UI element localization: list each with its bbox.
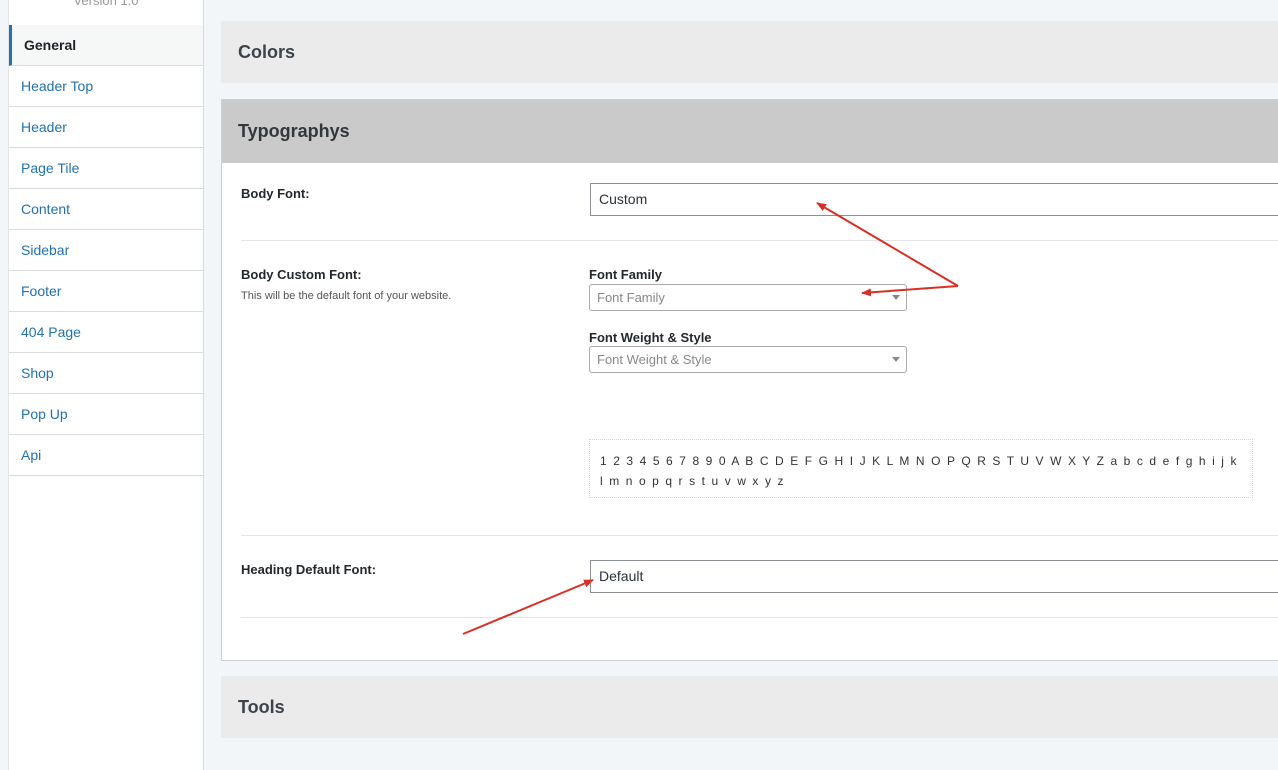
- typography-section: Typographys Body Font: Custom Body Custo…: [221, 99, 1278, 661]
- font-preview: 1 2 3 4 5 6 7 8 9 0 A B C D E F G H I J …: [589, 439, 1253, 498]
- sidebar-item-general[interactable]: General: [9, 25, 203, 66]
- body-custom-font-label: Body Custom Font:: [241, 267, 362, 282]
- sidebar-item-footer[interactable]: Footer: [9, 271, 203, 312]
- font-family-placeholder: Font Family: [597, 290, 665, 305]
- row-divider: [241, 240, 1278, 241]
- sidebar-item-header-top[interactable]: Header Top: [9, 66, 203, 107]
- settings-sidebar: Version 1.0 General Header Top Header Pa…: [8, 0, 204, 770]
- sidebar-item-404-page[interactable]: 404 Page: [9, 312, 203, 353]
- row-divider: [241, 535, 1278, 536]
- row-divider: [241, 617, 1278, 618]
- chevron-down-icon: [892, 357, 900, 362]
- font-weight-select[interactable]: Font Weight & Style: [589, 346, 907, 373]
- chevron-down-icon: [892, 295, 900, 300]
- version-label: Version 1.0: [9, 0, 203, 26]
- heading-default-font-label: Heading Default Font:: [241, 562, 377, 577]
- body-custom-font-description: This will be the default font of your we…: [241, 290, 452, 302]
- colors-section-header[interactable]: Colors: [221, 21, 1278, 83]
- sidebar-item-header[interactable]: Header: [9, 107, 203, 148]
- tools-section-header[interactable]: Tools: [221, 676, 1278, 738]
- font-family-select[interactable]: Font Family: [589, 284, 907, 311]
- sidebar-item-content[interactable]: Content: [9, 189, 203, 230]
- typography-section-header[interactable]: Typographys: [222, 100, 1278, 163]
- body-font-field[interactable]: Custom: [590, 183, 1278, 216]
- heading-default-font-field[interactable]: Default: [590, 560, 1278, 593]
- sidebar-nav: General Header Top Header Page Tile Cont…: [9, 25, 203, 476]
- sidebar-item-page-tile[interactable]: Page Tile: [9, 148, 203, 189]
- sidebar-item-api[interactable]: Api: [9, 435, 203, 476]
- body-font-label: Body Font:: [241, 186, 310, 201]
- sidebar-item-shop[interactable]: Shop: [9, 353, 203, 394]
- font-weight-placeholder: Font Weight & Style: [597, 352, 712, 367]
- font-weight-label: Font Weight & Style: [589, 330, 712, 345]
- sidebar-item-sidebar[interactable]: Sidebar: [9, 230, 203, 271]
- font-family-label: Font Family: [589, 267, 662, 282]
- sidebar-item-pop-up[interactable]: Pop Up: [9, 394, 203, 435]
